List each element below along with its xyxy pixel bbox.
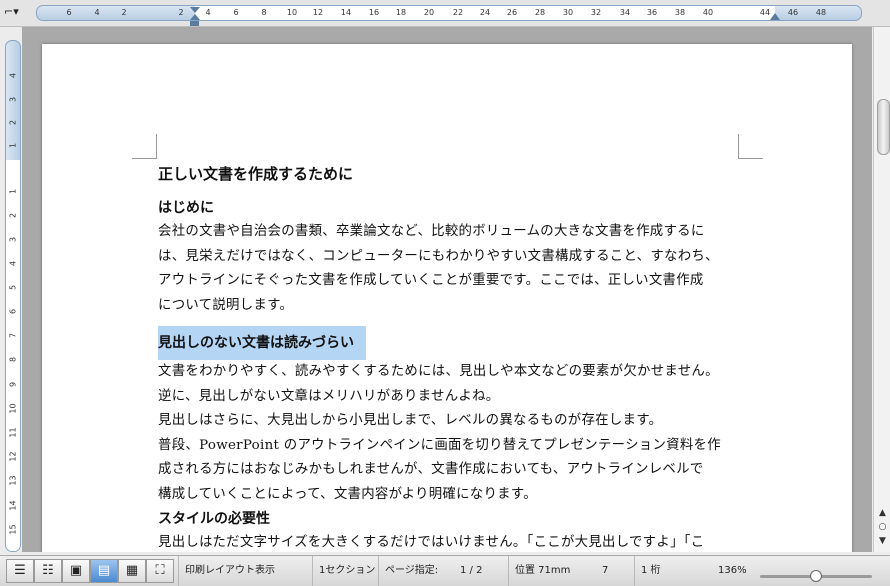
- vertical-ruler-number: 2: [8, 119, 18, 126]
- vertical-ruler-number: 1: [8, 142, 18, 149]
- vertical-ruler-number: 13: [8, 475, 18, 486]
- ruler-number: 46: [787, 8, 799, 17]
- vertical-ruler-number: 4: [8, 72, 18, 79]
- document-area[interactable]: 正しい文書を作成するために はじめに 会社の文書や自治会の書類、卒業論文など、比…: [22, 27, 872, 552]
- ruler-number: 20: [423, 8, 435, 17]
- vertical-ruler-number: 6: [8, 308, 18, 315]
- ruler-number: 4: [205, 8, 211, 17]
- outline-view-button[interactable]: ☷: [34, 559, 62, 583]
- vertical-ruler-number: 5: [8, 284, 18, 291]
- vertical-ruler-number: 15: [8, 524, 18, 535]
- ruler-number: 36: [646, 8, 658, 17]
- vertical-ruler-number: 10: [8, 403, 18, 414]
- page-label-status: ページ指定:: [378, 556, 449, 586]
- ruler-number: 26: [506, 8, 518, 17]
- text-line[interactable]: 逆に、見出しがない文章はメリハリがありませんよね。: [158, 385, 740, 410]
- page-value-status: 1 / 2: [460, 565, 483, 576]
- zoom-value: 136%: [718, 565, 747, 576]
- vertical-ruler-number: 1: [8, 188, 18, 195]
- top-ruler-bar: ⌐▾ 6 4 2 2 4 6 8 10 12 14 16 18 20 22 24 26 28 30 32 34 36 38…: [0, 0, 890, 27]
- ruler-number: 22: [452, 8, 464, 17]
- right-indent-marker[interactable]: [770, 13, 780, 20]
- text-line[interactable]: 成される方にはおなじみかもしれませんが、文書作成においても、アウトラインレベルで: [158, 458, 740, 483]
- heading-style[interactable]: スタイルの必要性: [158, 507, 740, 531]
- text-line[interactable]: 普段、PowerPoint のアウトラインペインに画面を切り替えてプレゼンテーシ…: [158, 434, 740, 459]
- hanging-indent-marker[interactable]: [190, 14, 200, 20]
- ruler-number: 2: [178, 8, 184, 17]
- vertical-ruler-number: 11: [8, 427, 18, 438]
- document-title[interactable]: 正しい文書を作成するために: [158, 162, 740, 186]
- browse-object-icon[interactable]: ○: [876, 521, 889, 533]
- ruler-number: 6: [66, 8, 72, 17]
- view-mode-status: 印刷レイアウト表示: [178, 556, 281, 586]
- ruler-number: 44: [759, 8, 771, 17]
- ruler-number: 12: [312, 8, 324, 17]
- crop-mark-top-right: [738, 134, 763, 159]
- text-line[interactable]: は、見栄えだけではなく、コンピューターにもわかりやすい文書構成すること、すなわち…: [158, 245, 740, 270]
- print-layout-view-button[interactable]: ▤: [90, 559, 118, 583]
- position-status: 位置 71mm: [508, 556, 595, 586]
- text-line[interactable]: 見出しはただ文字サイズを大きくするだけではいけません。「ここが大見出しですよ」「…: [158, 531, 740, 552]
- vertical-ruler-number: 12: [8, 451, 18, 462]
- style-paragraph[interactable]: 見出しはただ文字サイズを大きくするだけではいけません。「ここが大見出しですよ」「…: [158, 531, 740, 552]
- text-line[interactable]: 見出しはさらに、大見出しから小見出しまで、レベルの異なるものが存在します。: [158, 409, 740, 434]
- ruler-number: 30: [562, 8, 574, 17]
- vertical-ruler-number: 9: [8, 381, 18, 388]
- text-line[interactable]: について説明します。: [158, 294, 740, 319]
- ruler-number: 8: [261, 8, 267, 17]
- publishing-layout-view-button[interactable]: ▣: [62, 559, 90, 583]
- ruler-number: 10: [286, 8, 298, 17]
- vertical-ruler-number: 7: [8, 332, 18, 339]
- vertical-scrollbar[interactable]: ▲ ○ ▼: [873, 27, 890, 552]
- crop-mark-top-left: [132, 134, 157, 159]
- full-screen-view-button[interactable]: ⛶: [146, 559, 174, 583]
- column-status: 1 桁: [634, 556, 671, 586]
- section-status: 1セクション: [312, 556, 381, 586]
- ruler-number: 18: [395, 8, 407, 17]
- ruler-number: 4: [94, 8, 100, 17]
- previous-page-icon[interactable]: ▲: [876, 507, 889, 519]
- ruler-number: 16: [368, 8, 380, 17]
- vertical-ruler[interactable]: 4 3 2 1 1 2 3 4 5 6 7 8 9 10 11 12 13 14 15: [5, 40, 21, 552]
- next-page-icon[interactable]: ▼: [876, 535, 889, 547]
- horizontal-ruler[interactable]: 6 4 2 2 4 6 8 10 12 14 16 18 20 22 24 26 28 30 32 34 36 38 40 4…: [36, 5, 862, 26]
- ruler-number: 28: [534, 8, 546, 17]
- document-page[interactable]: 正しい文書を作成するために はじめに 会社の文書や自治会の書類、卒業論文など、比…: [42, 44, 852, 552]
- notebook-view-button[interactable]: ▦: [118, 559, 146, 583]
- ruler-number: 40: [702, 8, 714, 17]
- vertical-ruler-number: 14: [8, 500, 18, 511]
- text-line[interactable]: 構成していくことによって、文書内容がより明確になります。: [158, 483, 740, 508]
- text-line[interactable]: 会社の文書や自治会の書類、卒業論文など、比較的ボリュームの大きな文書を作成するに: [158, 220, 740, 245]
- text-line[interactable]: 文書をわかりやすく、読みやすくするためには、見出しや本文などの要素が欠かせません…: [158, 360, 740, 385]
- heading-selected[interactable]: 見出しのない文書は読みづらい: [158, 326, 366, 360]
- left-indent-marker[interactable]: [190, 21, 199, 26]
- ruler-number: 32: [590, 8, 602, 17]
- vertical-ruler-number: 4: [8, 260, 18, 267]
- vertical-ruler-number: 3: [8, 96, 18, 103]
- ruler-number: 48: [815, 8, 827, 17]
- ruler-number: 34: [619, 8, 631, 17]
- first-line-indent-marker[interactable]: [190, 7, 200, 13]
- vertical-ruler-number: 8: [8, 356, 18, 363]
- line-status: 7: [602, 565, 609, 576]
- vertical-ruler-number: 2: [8, 212, 18, 219]
- tab-stop-selector[interactable]: ⌐▾: [4, 5, 22, 21]
- noheading-paragraph[interactable]: 文書をわかりやすく、読みやすくするためには、見出しや本文などの要素が欠かせません…: [158, 360, 740, 507]
- document-body[interactable]: 正しい文書を作成するために はじめに 会社の文書や自治会の書類、卒業論文など、比…: [158, 162, 740, 552]
- ruler-number: 6: [233, 8, 239, 17]
- ruler-number: 38: [674, 8, 686, 17]
- ruler-number: 14: [340, 8, 352, 17]
- status-bar: ☰ ☷ ▣ ▤ ▦ ⛶ 印刷レイアウト表示 1セクション ページ指定: 1 / …: [0, 555, 890, 586]
- intro-paragraph[interactable]: 会社の文書や自治会の書類、卒業論文など、比較的ボリュームの大きな文書を作成するに…: [158, 220, 740, 318]
- heading-intro[interactable]: はじめに: [158, 196, 740, 220]
- zoom-slider-handle[interactable]: [810, 570, 822, 582]
- text-line[interactable]: アウトラインにそぐった文書を作成していくことが重要です。ここでは、正しい文書作成: [158, 269, 740, 294]
- scrollbar-thumb[interactable]: [877, 99, 890, 155]
- draft-view-button[interactable]: ☰: [6, 559, 34, 583]
- ruler-number: 24: [479, 8, 491, 17]
- ruler-number: 2: [121, 8, 127, 17]
- vertical-ruler-number: 3: [8, 236, 18, 243]
